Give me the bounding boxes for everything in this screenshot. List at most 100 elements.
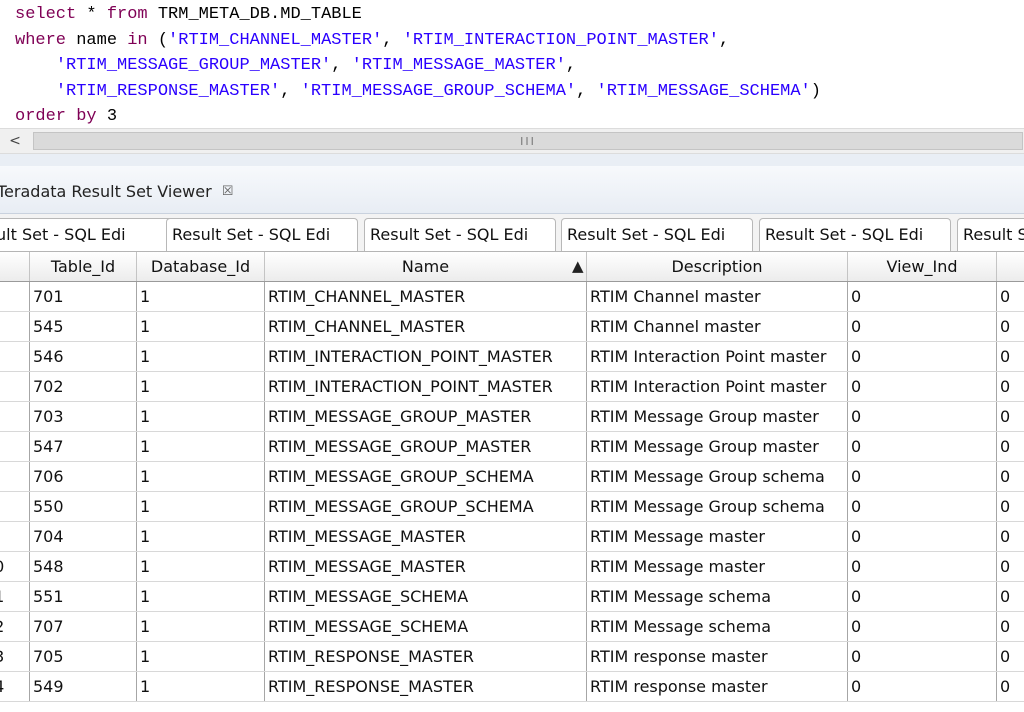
table-id-cell[interactable]: 703 [30, 402, 137, 431]
description-cell[interactable]: RTIM Message master [587, 552, 848, 581]
table-id-cell[interactable]: 551 [30, 582, 137, 611]
name-cell[interactable]: RTIM_CHANNEL_MASTER [265, 312, 587, 341]
horizontal-scrollbar[interactable]: < III [0, 128, 1024, 154]
database-id-cell[interactable]: 1 [137, 492, 265, 521]
result-set-tab[interactable]: Result Set - SQL Edi [759, 218, 951, 251]
name-cell[interactable]: RTIM_INTERACTION_POINT_MASTER [265, 372, 587, 401]
name-cell[interactable]: RTIM_CHANNEL_MASTER [265, 282, 587, 311]
result-set-tab[interactable]: Result S [957, 218, 1024, 251]
description-cell[interactable]: RTIM Message schema [587, 612, 848, 641]
view-ind-cell[interactable]: 0 [848, 582, 997, 611]
name-cell[interactable]: RTIM_MESSAGE_GROUP_MASTER [265, 402, 587, 431]
ex-cell[interactable]: 0 [997, 372, 1024, 401]
description-cell[interactable]: RTIM Message Group master [587, 432, 848, 461]
result-set-tab[interactable]: Result Set - SQL Edi [364, 218, 556, 251]
table-row[interactable]: 145491RTIM_RESPONSE_MASTERRTIM response … [0, 672, 1024, 702]
ex-cell[interactable]: 0 [997, 642, 1024, 671]
database-id-cell[interactable]: 1 [137, 372, 265, 401]
sql-editor[interactable]: select * from TRM_META_DB.MD_TABLE where … [0, 0, 1024, 128]
scroll-left-arrow-icon[interactable]: < [0, 129, 30, 153]
table-id-cell[interactable]: 706 [30, 462, 137, 491]
result-set-tab[interactable]: ult Set - SQL Edi [0, 218, 182, 251]
row-number[interactable]: 14 [0, 672, 30, 701]
database-id-cell[interactable]: 1 [137, 432, 265, 461]
ex-cell[interactable]: 0 [997, 522, 1024, 551]
table-id-cell[interactable]: 702 [30, 372, 137, 401]
scrollbar-thumb[interactable]: III [33, 132, 1023, 150]
table-row[interactable]: 85501RTIM_MESSAGE_GROUP_SCHEMARTIM Messa… [0, 492, 1024, 522]
result-set-viewer-tab[interactable]: Teradata Result Set Viewer ☒ [0, 179, 233, 203]
database-id-cell[interactable]: 1 [137, 312, 265, 341]
name-cell[interactable]: RTIM_RESPONSE_MASTER [265, 642, 587, 671]
name-cell[interactable]: RTIM_INTERACTION_POINT_MASTER [265, 342, 587, 371]
view-ind-cell[interactable]: 0 [848, 432, 997, 461]
result-set-tab[interactable]: Result Set - SQL Edi [561, 218, 753, 251]
view-ind-cell[interactable]: 0 [848, 312, 997, 341]
row-number[interactable]: 9 [0, 522, 30, 551]
view-ind-header[interactable]: View_Ind [848, 252, 997, 281]
view-ind-cell[interactable]: 0 [848, 552, 997, 581]
description-cell[interactable]: RTIM response master [587, 672, 848, 701]
view-ind-cell[interactable]: 0 [848, 522, 997, 551]
ex-header[interactable]: Ex [997, 252, 1024, 281]
database-id-cell[interactable]: 1 [137, 462, 265, 491]
view-ind-cell[interactable]: 0 [848, 462, 997, 491]
row-number[interactable]: 4 [0, 372, 30, 401]
table-row[interactable]: 57031RTIM_MESSAGE_GROUP_MASTERRTIM Messa… [0, 402, 1024, 432]
table-row[interactable]: 77061RTIM_MESSAGE_GROUP_SCHEMARTIM Messa… [0, 462, 1024, 492]
table-row[interactable]: 47021RTIM_INTERACTION_POINT_MASTERRTIM I… [0, 372, 1024, 402]
table-row[interactable]: 65471RTIM_MESSAGE_GROUP_MASTERRTIM Messa… [0, 432, 1024, 462]
table-id-cell[interactable]: 548 [30, 552, 137, 581]
ex-cell[interactable]: 0 [997, 312, 1024, 341]
table-id-cell[interactable]: 550 [30, 492, 137, 521]
database-id-cell[interactable]: 1 [137, 342, 265, 371]
database-id-cell[interactable]: 1 [137, 582, 265, 611]
description-cell[interactable]: RTIM Interaction Point master [587, 372, 848, 401]
database-id-cell[interactable]: 1 [137, 642, 265, 671]
ex-cell[interactable]: 0 [997, 282, 1024, 311]
view-ind-cell[interactable]: 0 [848, 342, 997, 371]
description-cell[interactable]: RTIM Message Group schema [587, 462, 848, 491]
description-header[interactable]: Description [587, 252, 848, 281]
description-cell[interactable]: RTIM Message schema [587, 582, 848, 611]
ex-cell[interactable]: 0 [997, 462, 1024, 491]
view-ind-cell[interactable]: 0 [848, 642, 997, 671]
name-cell[interactable]: RTIM_MESSAGE_MASTER [265, 522, 587, 551]
name-cell[interactable]: RTIM_MESSAGE_MASTER [265, 552, 587, 581]
table-row[interactable]: 127071RTIM_MESSAGE_SCHEMARTIM Message sc… [0, 612, 1024, 642]
database-id-cell[interactable]: 1 [137, 522, 265, 551]
table-id-header[interactable]: Table_Id [30, 252, 137, 281]
close-icon[interactable]: ☒ [222, 184, 234, 199]
name-cell[interactable]: RTIM_MESSAGE_GROUP_MASTER [265, 432, 587, 461]
database-id-cell[interactable]: 1 [137, 672, 265, 701]
table-row[interactable]: 25451RTIM_CHANNEL_MASTERRTIM Channel mas… [0, 312, 1024, 342]
database-id-cell[interactable]: 1 [137, 552, 265, 581]
database-id-cell[interactable]: 1 [137, 612, 265, 641]
ex-cell[interactable]: 0 [997, 342, 1024, 371]
row-number[interactable]: 7 [0, 462, 30, 491]
view-ind-cell[interactable]: 0 [848, 402, 997, 431]
ex-cell[interactable]: 0 [997, 552, 1024, 581]
ex-cell[interactable]: 0 [997, 612, 1024, 641]
view-ind-cell[interactable]: 0 [848, 492, 997, 521]
database-id-header[interactable]: Database_Id [137, 252, 265, 281]
view-ind-cell[interactable]: 0 [848, 672, 997, 701]
table-id-cell[interactable]: 707 [30, 612, 137, 641]
name-cell[interactable]: RTIM_MESSAGE_GROUP_SCHEMA [265, 462, 587, 491]
name-cell[interactable]: RTIM_MESSAGE_SCHEMA [265, 612, 587, 641]
row-number[interactable]: 5 [0, 402, 30, 431]
table-id-cell[interactable]: 546 [30, 342, 137, 371]
name-header[interactable]: Name [265, 252, 587, 281]
description-cell[interactable]: RTIM Channel master [587, 312, 848, 341]
row-number[interactable]: 6 [0, 432, 30, 461]
result-set-tab[interactable]: Result Set - SQL Edi [166, 218, 358, 251]
description-cell[interactable]: RTIM Channel master [587, 282, 848, 311]
description-cell[interactable]: RTIM Message Group master [587, 402, 848, 431]
ex-cell[interactable]: 0 [997, 432, 1024, 461]
table-row[interactable]: 137051RTIM_RESPONSE_MASTERRTIM response … [0, 642, 1024, 672]
description-cell[interactable]: RTIM Message Group schema [587, 492, 848, 521]
row-number[interactable]: 10 [0, 552, 30, 581]
description-cell[interactable]: RTIM response master [587, 642, 848, 671]
row-number[interactable]: 1 [0, 282, 30, 311]
database-id-cell[interactable]: 1 [137, 402, 265, 431]
